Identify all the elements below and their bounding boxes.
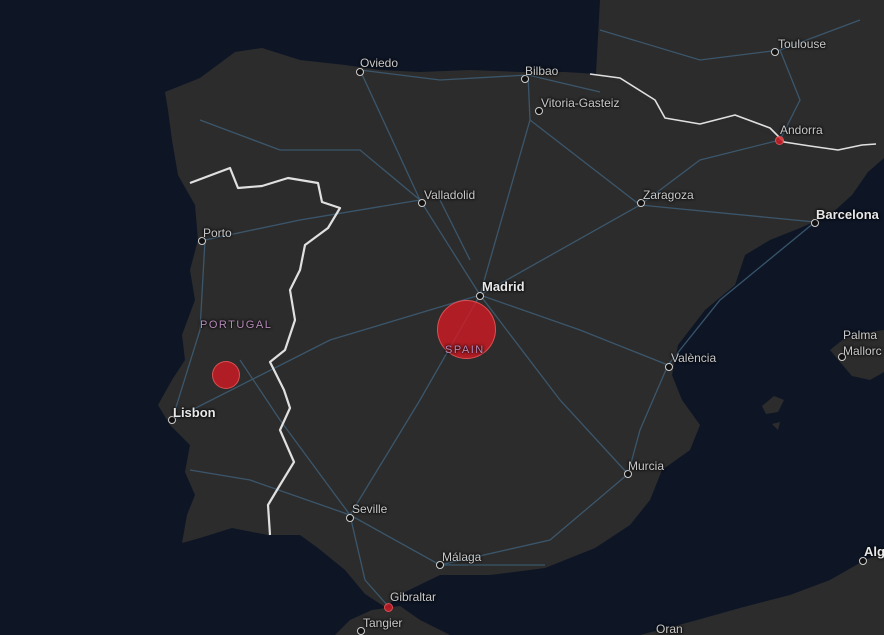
spain-country-label: SPAIN [445, 344, 485, 356]
malaga-label: Málaga [442, 550, 482, 564]
bilbao-label: Bilbao [525, 64, 559, 78]
zaragoza-label: Zaragoza [643, 188, 694, 202]
murcia-label: Murcia [628, 459, 665, 473]
portugal-country-label: PORTUGAL [200, 319, 273, 331]
porto-label: Porto [203, 226, 232, 240]
andorra-label: Andorra [780, 123, 823, 137]
vitoria-label: Vitoria-Gasteiz [541, 96, 620, 110]
map-canvas[interactable]: Oviedo Bilbao Vitoria-Gasteiz Toulouse A… [0, 0, 884, 635]
mallorca-label: Mallorc [843, 344, 882, 358]
oviedo-label: Oviedo [360, 56, 399, 70]
seville-label: Seville [352, 502, 388, 516]
palma-label: Palma [843, 328, 878, 342]
andorra-bubble[interactable] [775, 136, 784, 145]
valencia-label: València [671, 351, 717, 365]
madrid-label: Madrid [482, 279, 525, 294]
gibraltar-label: Gibraltar [390, 590, 437, 604]
gibraltar-bubble[interactable] [384, 603, 393, 612]
valladolid-label: Valladolid [424, 188, 476, 202]
toulouse-label: Toulouse [778, 37, 827, 51]
portugal-bubble[interactable] [212, 361, 240, 389]
tangier-label: Tangier [363, 616, 403, 630]
lisbon-label: Lisbon [173, 405, 216, 420]
barcelona-label: Barcelona [816, 207, 879, 222]
oran-label: Oran [656, 622, 683, 635]
algiers-label: Alg [864, 544, 884, 559]
